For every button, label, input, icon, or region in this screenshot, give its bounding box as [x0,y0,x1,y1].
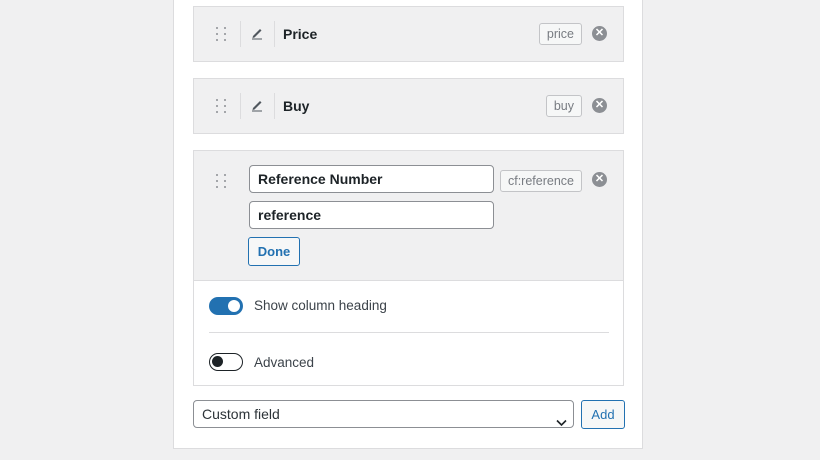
divider [240,93,241,119]
remove-icon[interactable]: ✕ [592,26,607,41]
show-heading-label: Show column heading [254,298,387,313]
divider [240,21,241,47]
column-type-select[interactable]: Custom field [193,400,574,428]
advanced-label: Advanced [254,355,315,370]
show-heading-toggle[interactable] [209,297,243,315]
column-title[interactable]: Price [283,26,317,42]
divider [209,332,609,333]
column-item-editing: cf:reference ✕ Done Show column heading … [193,150,624,386]
remove-icon[interactable]: ✕ [592,98,607,113]
drag-handle-icon[interactable] [215,26,227,42]
divider [274,93,275,119]
column-item-price: Price price ✕ [193,6,624,62]
column-name-input[interactable] [249,201,494,229]
drag-handle-icon[interactable] [215,173,227,189]
chevron-down-icon [556,409,567,427]
done-button[interactable]: Done [248,237,300,266]
pencil-icon[interactable] [250,26,264,40]
pencil-icon[interactable] [250,98,264,112]
divider [274,21,275,47]
advanced-toggle[interactable] [209,353,243,371]
columns-panel: Price price ✕ Buy buy ✕ cf:reference ✕ D… [173,0,643,449]
column-slug-badge: buy [545,95,582,117]
column-item-buy: Buy buy ✕ [193,78,624,134]
column-options: Show column heading Advanced [194,280,623,385]
column-title[interactable]: Buy [283,98,309,114]
column-slug-badge: price [538,23,582,45]
add-column-button[interactable]: Add [581,400,625,429]
drag-handle-icon[interactable] [215,98,227,114]
column-label-input[interactable] [249,165,494,193]
column-type-select-value: Custom field [202,406,280,422]
remove-icon[interactable]: ✕ [592,172,607,187]
column-slug-badge: cf:reference [499,170,582,192]
